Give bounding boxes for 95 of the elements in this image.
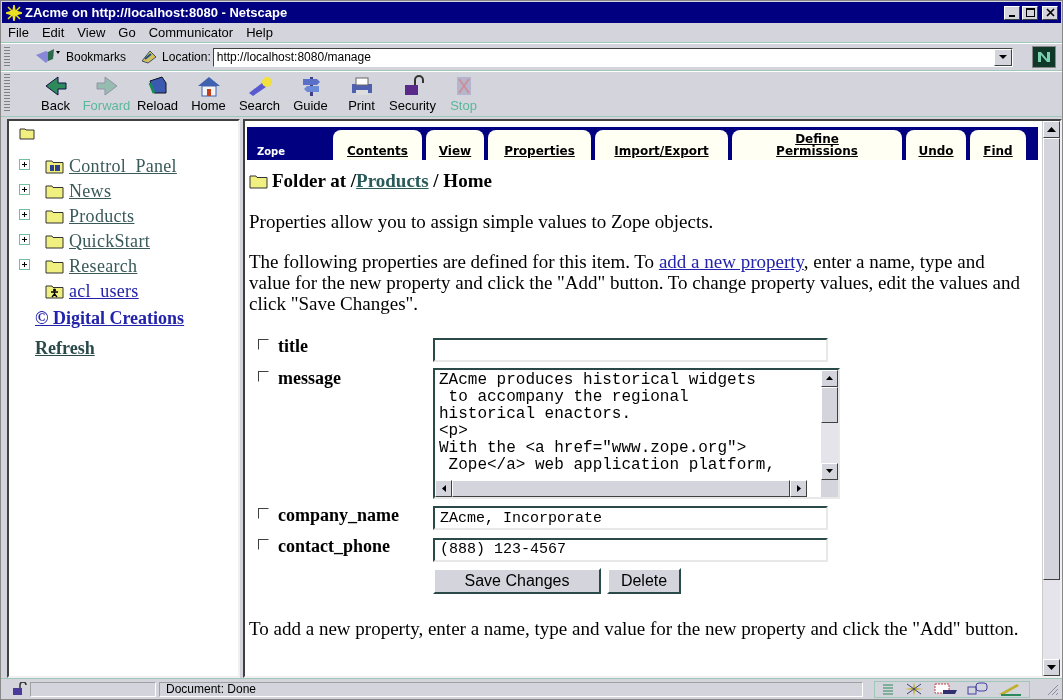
- status-text: Document: Done: [159, 681, 863, 697]
- expand-icon[interactable]: [19, 209, 30, 220]
- scroll-thumb[interactable]: [452, 479, 790, 497]
- menu-item[interactable]: Help: [246, 25, 273, 40]
- expand-icon[interactable]: [19, 184, 30, 195]
- text-field[interactable]: [433, 337, 828, 362]
- tree-item-link[interactable]: Control_Panel: [69, 156, 177, 177]
- scroll-up-button[interactable]: [821, 369, 838, 387]
- sidebar-link[interactable]: © Digital Creations: [35, 308, 238, 329]
- scrollbar[interactable]: [1042, 121, 1060, 676]
- starburst-icon: [6, 4, 22, 21]
- toolbar-button[interactable]: Print: [336, 72, 387, 113]
- folder-icon: [45, 259, 64, 274]
- expand-icon[interactable]: [19, 234, 30, 245]
- pen-icon[interactable]: [997, 682, 1023, 696]
- right-arrow-icon: [796, 484, 801, 492]
- left-arrow-icon: [441, 484, 446, 492]
- browser-logo[interactable]: [1032, 46, 1056, 68]
- folder-icon[interactable]: [19, 127, 35, 140]
- menu-item[interactable]: File: [8, 25, 29, 40]
- folder-icon: [45, 209, 64, 224]
- save-button[interactable]: Save Changes: [433, 567, 601, 594]
- scroll-down-button[interactable]: [821, 462, 838, 480]
- user-folder-icon: [45, 284, 64, 299]
- down-arrow-icon: [1047, 665, 1056, 670]
- property-name: contact_phone: [278, 536, 390, 557]
- tree-item-link[interactable]: Products: [69, 206, 135, 227]
- toolbar-button[interactable]: Security: [387, 72, 438, 113]
- text-field[interactable]: (888) 123-4567: [433, 537, 828, 562]
- delete-button[interactable]: Delete: [607, 567, 681, 594]
- minimize-icon: [1009, 14, 1015, 17]
- toolbar-button[interactable]: Home: [183, 72, 234, 113]
- intro-text: Properties allow you to assign simple values to Zope objects.: [249, 211, 715, 232]
- text-field[interactable]: ZAcme, Incorporate: [433, 506, 828, 530]
- mail-icon[interactable]: [933, 682, 959, 696]
- menu-item[interactable]: Communicator: [148, 25, 234, 40]
- window-title: ZAcme on http://localhost:8080 - Netscape: [25, 5, 289, 20]
- breadcrumb-link[interactable]: Products: [356, 170, 429, 191]
- scroll-thumb[interactable]: [821, 386, 838, 423]
- minimize-button[interactable]: [1004, 5, 1020, 20]
- bookmarks-icon: [36, 49, 62, 65]
- folder-icon: [45, 234, 64, 249]
- scroll-down-button[interactable]: [1043, 659, 1060, 676]
- description-text: The following properties are defined for this item. To add a new property, enter a name, type and value for the new property and click the "Add" button. To change property values, edit the values and click "Save Changes".: [249, 251, 1021, 314]
- tab[interactable]: Properties: [488, 130, 591, 160]
- menu-item[interactable]: Edit: [41, 25, 65, 40]
- tree-item-link[interactable]: News: [69, 181, 112, 202]
- down-arrow-icon: [826, 469, 833, 473]
- bookmarks-button[interactable]: Bookmarks: [16, 49, 135, 65]
- toolbar-button[interactable]: Guide: [285, 72, 336, 113]
- tree-item-link[interactable]: acl_users: [69, 281, 139, 302]
- add-property-link[interactable]: add a new property: [658, 251, 804, 272]
- location-label: Location:: [162, 50, 211, 64]
- page-heading: Folder at /Products / Home: [272, 170, 492, 192]
- scroll-up-button[interactable]: [1043, 121, 1060, 138]
- expand-icon[interactable]: [19, 259, 30, 270]
- toolbar-button[interactable]: Search: [234, 72, 285, 113]
- tab[interactable]: Find: [970, 130, 1026, 160]
- zope-label: Zope: [257, 146, 287, 159]
- menu-item[interactable]: Go: [118, 25, 136, 40]
- sidebar-link[interactable]: Refresh: [35, 338, 238, 359]
- close-icon: [1045, 8, 1055, 17]
- maximize-button[interactable]: [1022, 5, 1038, 20]
- close-button[interactable]: [1042, 5, 1058, 20]
- property-name: message: [278, 367, 341, 389]
- tree-item-link[interactable]: QuickStart: [69, 231, 150, 252]
- lock-icon[interactable]: [11, 682, 27, 696]
- up-arrow-icon: [826, 376, 833, 380]
- menu-item[interactable]: View: [77, 25, 106, 40]
- property-name: title: [278, 336, 308, 357]
- up-arrow-icon: [1047, 127, 1056, 132]
- property-name: company_name: [278, 504, 399, 526]
- resize-grip[interactable]: [1045, 682, 1059, 696]
- folder-icon: [45, 184, 64, 199]
- expand-icon[interactable]: [19, 159, 30, 170]
- folder-icon: [249, 173, 268, 189]
- scroll-thumb[interactable]: [1043, 138, 1060, 580]
- chat-icon[interactable]: [965, 682, 991, 696]
- toolbar-button[interactable]: Reload: [132, 72, 183, 113]
- text-area[interactable]: ZAcme produces historical widgets to accompany the regional historical enactors. <p> With the <a href="www.zope.org"> Zope</a> web application platform,: [433, 367, 840, 499]
- tab[interactable]: Contents: [333, 130, 422, 160]
- tab[interactable]: View: [426, 130, 484, 160]
- toolbar-button[interactable]: Back: [30, 72, 81, 113]
- tab[interactable]: Import/Export: [595, 130, 728, 160]
- control-panel-icon: [45, 159, 64, 174]
- tree-item-link[interactable]: Research: [69, 256, 138, 277]
- footer-text: To add a new property, enter a name, type and value for the new property and click the "Add" button.: [249, 617, 1020, 639]
- page-proxy-icon[interactable]: [140, 49, 159, 65]
- scroll-right-button[interactable]: [790, 479, 807, 497]
- caret-icon: [999, 54, 1007, 60]
- tab[interactable]: Undo: [906, 130, 966, 160]
- maximize-icon: [1025, 8, 1035, 17]
- scroll-left-button[interactable]: [435, 479, 452, 497]
- location-field[interactable]: http://localhost:8080/manage: [212, 47, 1013, 67]
- tab[interactable]: Define Permissions: [732, 130, 902, 160]
